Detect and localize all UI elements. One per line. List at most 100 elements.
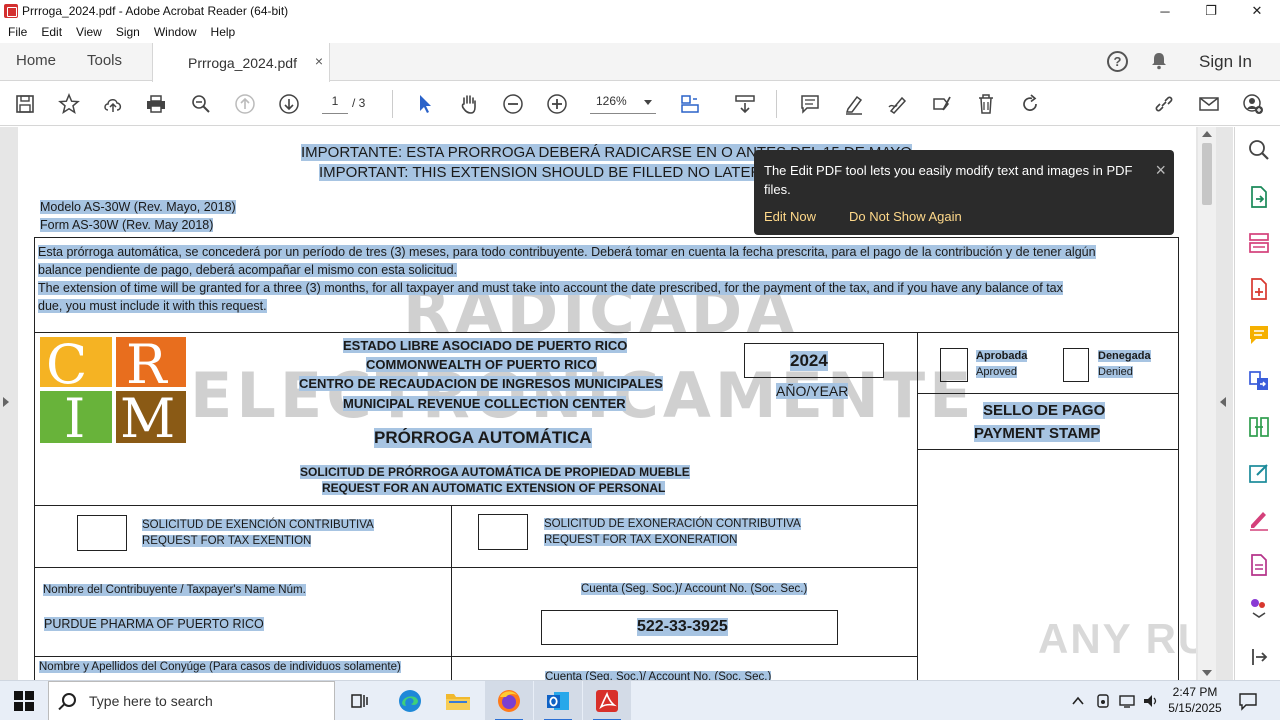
- comment-icon[interactable]: [798, 92, 822, 116]
- scroll-mode-icon[interactable]: [733, 92, 757, 116]
- org-name-4: MUNICIPAL REVENUE COLLECTION CENTER: [343, 396, 626, 411]
- page-display-icon[interactable]: [678, 92, 702, 116]
- task-view-icon[interactable]: [336, 681, 384, 720]
- notification-center-icon[interactable]: [1238, 691, 1258, 711]
- menu-view[interactable]: View: [76, 25, 102, 39]
- page-number-input[interactable]: 1: [322, 94, 348, 114]
- compare-files-icon[interactable]: [1247, 415, 1271, 439]
- logo-letter-i: I: [64, 387, 86, 450]
- toolbar: 1 / 3 126%: [0, 82, 1280, 126]
- edit-now-button[interactable]: Edit Now: [764, 209, 816, 224]
- right-panel-collapse-icon[interactable]: [1220, 397, 1226, 407]
- firefox-icon[interactable]: [485, 681, 533, 720]
- scroll-up-icon[interactable]: [1202, 131, 1212, 137]
- print-icon[interactable]: [144, 92, 168, 116]
- sign-in-button[interactable]: Sign In: [1199, 52, 1252, 72]
- taxpayer-name-value[interactable]: PURDUE PHARMA OF PUERTO RICO: [44, 617, 264, 631]
- menu-help[interactable]: Help: [211, 25, 236, 39]
- org-name-2: COMMONWEALTH OF PUERTO RICO: [366, 357, 597, 372]
- close-tab-button[interactable]: ×: [315, 53, 323, 69]
- network-icon[interactable]: [1118, 693, 1136, 709]
- close-window-button[interactable]: ✕: [1234, 0, 1280, 22]
- add-user-icon[interactable]: [1241, 92, 1265, 116]
- taxpayer-name-label: Nombre del Contribuyente / Taxpayer's Na…: [43, 584, 306, 596]
- year-label: AÑO/YEAR: [776, 383, 849, 399]
- notice-en-line-2: due, you must include it with this reque…: [38, 299, 267, 313]
- edit-pdf-icon[interactable]: [1247, 461, 1271, 485]
- previous-page-icon[interactable]: [233, 92, 257, 116]
- account-number-value: 522-33-3925: [637, 618, 728, 636]
- menu-sign[interactable]: Sign: [116, 25, 140, 39]
- maximize-button[interactable]: ❐: [1188, 0, 1234, 22]
- notification-bell-icon[interactable]: [1150, 52, 1168, 70]
- denied-checkbox[interactable]: [1063, 348, 1089, 382]
- more-tools-icon[interactable]: [1247, 595, 1271, 619]
- fill-sign-icon[interactable]: [930, 92, 954, 116]
- exoneration-label-es: SOLICITUD DE EXONERACIÓN CONTRIBUTIVA: [544, 518, 801, 530]
- outlook-icon[interactable]: [534, 681, 582, 720]
- edge-browser-icon[interactable]: [386, 681, 434, 720]
- help-icon[interactable]: ?: [1107, 51, 1128, 72]
- edit-pdf-toast: The Edit PDF tool lets you easily modify…: [754, 150, 1174, 235]
- menu-edit[interactable]: Edit: [41, 25, 62, 39]
- create-pdf-icon[interactable]: [1247, 277, 1271, 301]
- draw-pen-icon[interactable]: [886, 92, 910, 116]
- file-explorer-icon[interactable]: [434, 681, 482, 720]
- upload-cloud-icon[interactable]: [101, 92, 125, 116]
- spouse-account-label: Cuenta (Seg. Soc.)/ Account No. (Soc. Se…: [545, 671, 772, 680]
- menu-file[interactable]: File: [8, 25, 27, 39]
- zoom-in-icon[interactable]: [545, 92, 569, 116]
- delete-trash-icon[interactable]: [974, 92, 998, 116]
- organize-pages-icon[interactable]: [1247, 231, 1271, 255]
- page-total: / 3: [352, 96, 366, 110]
- tab-home[interactable]: Home: [16, 52, 56, 69]
- next-page-icon[interactable]: [277, 92, 301, 116]
- rotate-icon[interactable]: [1018, 92, 1042, 116]
- comment-tool-icon[interactable]: [1247, 323, 1271, 347]
- bookmark-star-icon[interactable]: [57, 92, 81, 116]
- hand-tool-icon[interactable]: [457, 92, 481, 116]
- exemption-label-en: REQUEST FOR TAX EXENTION: [142, 535, 312, 547]
- chevron-up-icon[interactable]: [1071, 694, 1085, 708]
- scroll-down-icon[interactable]: [1202, 670, 1212, 676]
- share-link-icon[interactable]: [1152, 92, 1176, 116]
- exoneration-checkbox[interactable]: [478, 514, 528, 550]
- acrobat-taskbar-icon[interactable]: [583, 681, 631, 720]
- combine-files-icon[interactable]: [1247, 369, 1271, 393]
- windows-taskbar: Type here to search 2:47 PM 5/15/2025: [0, 680, 1280, 720]
- approved-checkbox[interactable]: [940, 348, 968, 382]
- minimize-button[interactable]: ─: [1142, 0, 1188, 22]
- do-not-show-again-button[interactable]: Do Not Show Again: [849, 209, 962, 224]
- menu-window[interactable]: Window: [154, 25, 197, 39]
- tab-document[interactable]: Prrroga_2024.pdf ×: [152, 43, 330, 82]
- taskbar-search-input[interactable]: Type here to search: [48, 681, 335, 720]
- protect-pdf-icon[interactable]: [1247, 553, 1271, 577]
- left-panel-expand-icon[interactable]: [3, 397, 9, 407]
- app-window: Prrroga_2024.pdf - Adobe Acrobat Reader …: [0, 0, 1280, 720]
- menu-bar: File Edit View Sign Window Help: [0, 22, 1280, 42]
- save-icon[interactable]: [13, 92, 37, 116]
- volume-icon[interactable]: [1142, 693, 1160, 709]
- search-tool-icon[interactable]: [1247, 138, 1271, 162]
- form-title: PRÓRROGA AUTOMÁTICA: [374, 428, 592, 448]
- zoom-out-icon[interactable]: [501, 92, 525, 116]
- taskbar-clock[interactable]: 2:47 PM 5/15/2025: [1160, 684, 1230, 716]
- email-icon[interactable]: [1197, 92, 1221, 116]
- export-pdf-icon[interactable]: [1247, 185, 1271, 209]
- highlight-pen-icon[interactable]: [842, 92, 866, 116]
- document-viewport[interactable]: RADICADA ELECTRÓNICAMENTE IMPORTANTE: ES…: [0, 127, 1233, 680]
- select-cursor-icon[interactable]: [413, 92, 437, 116]
- notice-es-line-1: Esta prórroga automática, se concederá p…: [38, 245, 1096, 259]
- fill-and-sign-icon[interactable]: [1247, 507, 1271, 531]
- toast-close-button[interactable]: ×: [1155, 160, 1166, 181]
- exemption-checkbox[interactable]: [77, 515, 127, 551]
- scrollbar-thumb[interactable]: [1202, 143, 1212, 205]
- zoom-level-dropdown[interactable]: 126%: [590, 94, 656, 114]
- windows-start-icon[interactable]: [14, 691, 34, 711]
- toast-message: The Edit PDF tool lets you easily modify…: [764, 163, 1133, 197]
- collapse-panel-icon[interactable]: [1247, 645, 1271, 669]
- device-icon[interactable]: [1094, 693, 1112, 709]
- zoom-search-icon[interactable]: [189, 92, 213, 116]
- tab-tools[interactable]: Tools: [87, 52, 122, 69]
- vertical-scrollbar[interactable]: [1198, 127, 1216, 680]
